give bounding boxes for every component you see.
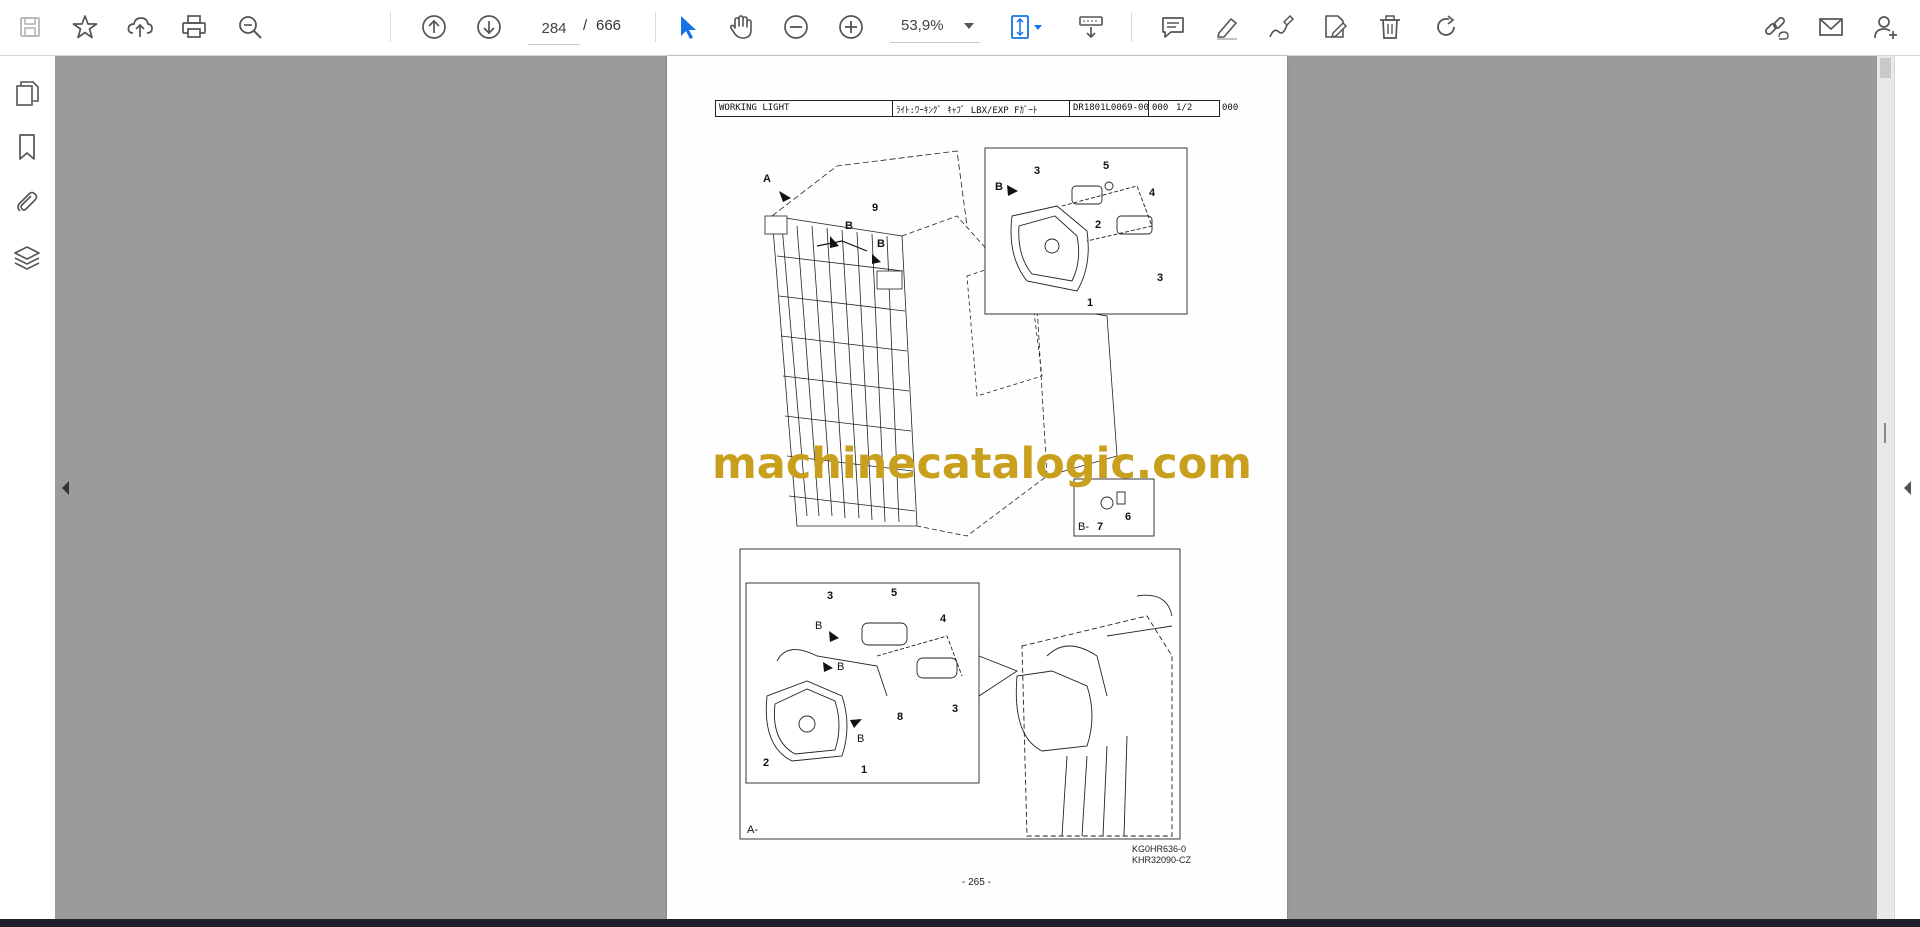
highlight-icon[interactable]: [1209, 10, 1245, 44]
callout-label: A-: [747, 824, 758, 836]
callout-label: 5: [1103, 160, 1109, 172]
figure-code-1: KG0HR636-0: [1132, 844, 1187, 854]
fit-page-icon[interactable]: [1004, 10, 1050, 44]
arrow-marker: [872, 254, 881, 264]
page-total: 666: [596, 17, 622, 34]
email-icon[interactable]: [1813, 10, 1849, 44]
toolbar-separator: [390, 12, 391, 42]
zoom-in-icon[interactable]: [833, 10, 869, 44]
zoom-value: 53,9%: [901, 17, 944, 34]
draw-icon[interactable]: [1263, 10, 1299, 44]
callout-label: 6: [1125, 511, 1131, 523]
figure-code: KG0HR636-0 KHR32090-CZ: [1132, 844, 1191, 866]
zoom-select[interactable]: 53,9%: [890, 12, 980, 43]
upload-icon[interactable]: [122, 10, 158, 44]
pages-icon[interactable]: [12, 78, 42, 108]
callout-label: 3: [1157, 272, 1163, 284]
page-number-input[interactable]: [528, 12, 580, 45]
document-page: WORKING LIGHT ﾗｲﾄ:ﾜｰｷﾝｸﾞ ｷｬﾌﾞ LBX/EXP Fｶ…: [667, 56, 1287, 919]
page-up-icon[interactable]: [416, 10, 452, 44]
left-panel-toggle[interactable]: [55, 56, 78, 919]
callout-label: 4: [1149, 187, 1156, 199]
callout-label: 2: [763, 757, 769, 769]
callout-label: 7: [1097, 521, 1103, 533]
left-navigation-rail: [0, 56, 56, 919]
page-footer-number: - 265 -: [962, 877, 991, 888]
callout-label: 1: [1087, 297, 1093, 309]
callout-label: 3: [952, 703, 958, 715]
fill-sign-icon[interactable]: [1317, 10, 1353, 44]
arrow-marker: [779, 191, 791, 202]
callout-label: B: [837, 661, 844, 673]
delete-icon[interactable]: [1372, 10, 1408, 44]
callout-label: 2: [1095, 219, 1101, 231]
callout-label: 3: [1034, 165, 1040, 177]
scroll-mode-icon[interactable]: [1073, 10, 1109, 44]
callout-label: 9: [872, 202, 878, 214]
chevron-left-icon: [62, 481, 69, 495]
watermark-text: machinecatalogic.com: [712, 439, 1252, 489]
toolbar-separator: [655, 12, 656, 42]
callout-label: B: [857, 733, 864, 745]
page-separator: /: [583, 17, 588, 34]
callout-label: B: [995, 181, 1003, 193]
print-icon[interactable]: [176, 10, 212, 44]
top-toolbar: / 666 53,9%: [0, 0, 1920, 56]
callout-label: B: [845, 220, 853, 232]
rotate-icon[interactable]: [1428, 10, 1464, 44]
toolbar-separator: [1131, 12, 1132, 42]
attachment-icon[interactable]: [12, 187, 42, 217]
taskbar-strip: [0, 919, 1920, 927]
layers-icon[interactable]: [12, 243, 42, 273]
callout-label: 1: [861, 764, 867, 776]
zoom-search-icon[interactable]: [232, 10, 268, 44]
callout-label: A: [763, 173, 771, 185]
callout-label: 5: [891, 587, 897, 599]
hand-icon[interactable]: [723, 10, 759, 44]
right-panel-toggle[interactable]: [1894, 56, 1920, 919]
callout-label: 8: [897, 711, 903, 723]
figure-code-2: KHR32090-CZ: [1132, 855, 1192, 865]
detail-box-top: [984, 147, 1188, 315]
scrollbar-thumb[interactable]: [1880, 58, 1891, 78]
chevron-down-icon: [964, 23, 974, 29]
chevron-left-icon: [1904, 481, 1911, 495]
callout-label: 4: [940, 613, 947, 625]
page-down-icon[interactable]: [471, 10, 507, 44]
zoom-out-icon[interactable]: [778, 10, 814, 44]
scroll-position-marker: [1884, 423, 1886, 443]
select-cursor-icon[interactable]: [669, 10, 705, 44]
callout-label: 3: [827, 590, 833, 602]
bookmark-icon[interactable]: [12, 132, 42, 162]
callout-label: B: [815, 620, 822, 632]
callout-label: B: [877, 238, 885, 250]
comment-icon[interactable]: [1155, 10, 1191, 44]
star-icon[interactable]: [67, 10, 103, 44]
vertical-scrollbar[interactable]: [1877, 56, 1894, 919]
save-icon[interactable]: [12, 10, 48, 44]
add-user-icon[interactable]: [1868, 10, 1904, 44]
callout-label: B-: [1078, 521, 1089, 533]
share-link-icon[interactable]: [1758, 10, 1794, 44]
